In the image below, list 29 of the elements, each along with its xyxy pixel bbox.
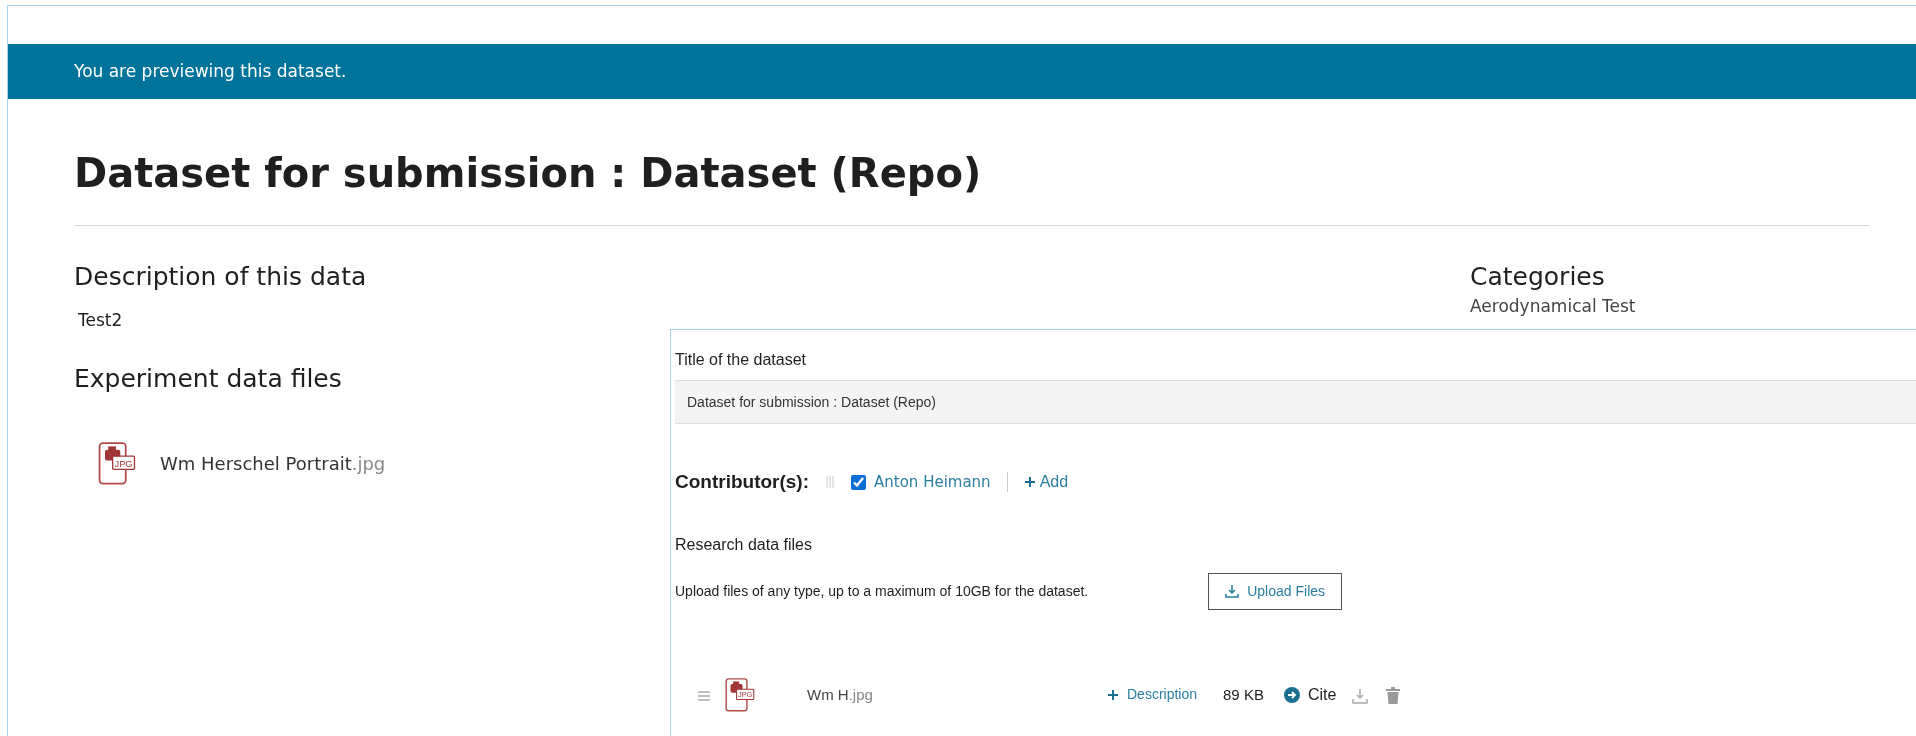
section-heading: Categories xyxy=(1470,262,1605,292)
upload-icon xyxy=(1225,584,1240,598)
file-name: Wm H.jpg xyxy=(807,684,874,705)
page-title: Dataset for submission : Dataset (Repo) xyxy=(74,149,983,197)
upload-hint: Upload files of any type, up to a maximum of 10GB for the dataset. xyxy=(675,581,1089,601)
upload-files-button[interactable]: Upload Files xyxy=(1208,572,1343,610)
add-contributor-link[interactable]: Add xyxy=(1023,470,1069,495)
description-text: Test2 xyxy=(78,309,124,332)
contributors-label: Contributor(s): xyxy=(675,470,810,494)
section-heading: Experiment data files xyxy=(74,363,342,394)
title-field[interactable]: Dataset for submission : Dataset (Repo) xyxy=(675,380,1916,424)
contributor-name: Anton Heimann xyxy=(874,472,991,493)
plus-icon xyxy=(1023,476,1036,489)
section-heading: Description of this data xyxy=(74,262,367,292)
section-label: Research data files xyxy=(675,534,813,555)
banner-text: You are previewing this dataset. xyxy=(74,59,347,83)
drag-handle-icon[interactable] xyxy=(697,690,711,701)
cite-link[interactable]: Cite xyxy=(1283,682,1337,707)
category-link[interactable]: Aerodynamical Test xyxy=(1470,296,1636,317)
arrow-circle-icon xyxy=(1283,686,1300,703)
drag-handle-icon[interactable] xyxy=(825,475,836,490)
field-label: Title of the dataset xyxy=(675,350,808,370)
plus-icon xyxy=(1107,688,1119,701)
add-description-link[interactable]: Description xyxy=(1107,684,1198,706)
contributor-checkbox[interactable] xyxy=(851,474,867,490)
file-name[interactable]: Wm Herschel Portrait.jpg xyxy=(160,449,386,477)
trash-icon[interactable] xyxy=(1386,687,1401,704)
file-size: 89 KB xyxy=(1223,684,1264,705)
download-icon[interactable] xyxy=(1352,687,1369,704)
